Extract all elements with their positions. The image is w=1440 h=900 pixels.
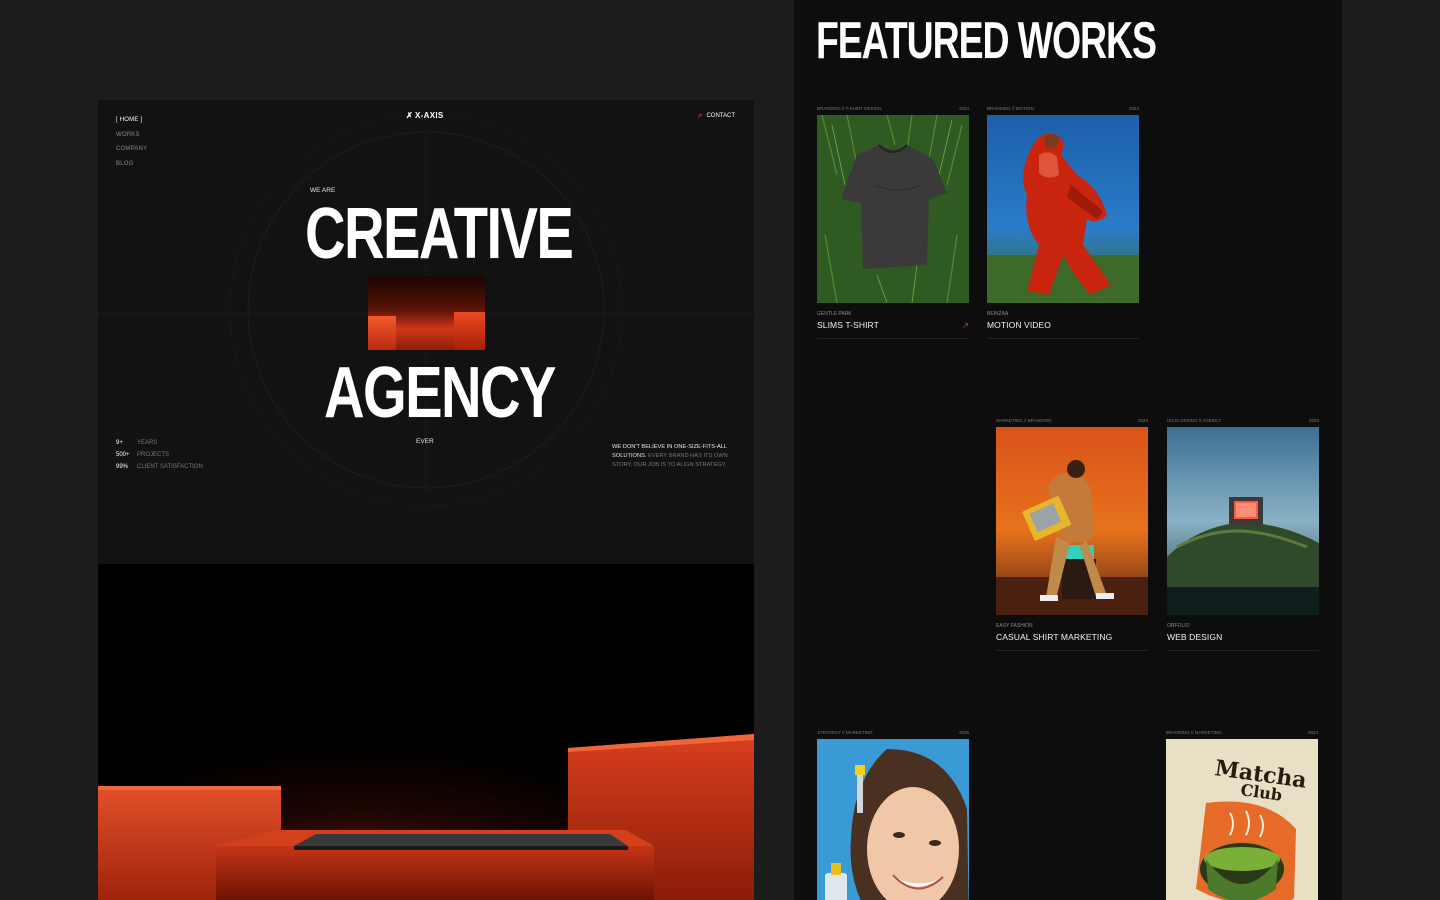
stat-label: PROJECTS bbox=[137, 452, 170, 458]
card-meta: BRANDING // MOTION 2024 bbox=[987, 106, 1139, 115]
stat-years: 9+ YEARS bbox=[116, 437, 203, 449]
card-client: BEINZAA bbox=[987, 311, 1009, 317]
card-client: ORFOLIO bbox=[1167, 623, 1190, 629]
headline-creative: CREATIVE bbox=[305, 194, 574, 274]
card-year: 2025 bbox=[958, 730, 969, 735]
card-category: BRANDING // MOTION bbox=[987, 106, 1034, 111]
work-card-casual-shirt[interactable]: MARKETING // BRANDING 2023 EASY FASHION … bbox=[996, 418, 1148, 651]
logo-text: X-AXIS bbox=[415, 111, 444, 120]
arrow-up-right-icon: ↗ bbox=[696, 113, 703, 120]
card-meta: UI/UX DESIGN // AGENCY 2023 bbox=[1167, 418, 1319, 427]
right-background-strip bbox=[1342, 0, 1440, 900]
work-card-strategy[interactable]: STRATEGY // MARKETING 2025 bbox=[817, 730, 969, 900]
woman-serum-image bbox=[817, 739, 969, 900]
card-year: 2024 bbox=[1128, 106, 1139, 111]
card-meta: STRATEGY // MARKETING 2025 bbox=[817, 730, 969, 739]
work-card-motion[interactable]: BRANDING // MOTION 2024 BEINZAA MOTION V… bbox=[987, 106, 1139, 339]
tagline: WE DON'T BELIEVE IN ONE-SIZE-FITS-ALL SO… bbox=[612, 443, 740, 470]
card-category: UI/UX DESIGN // AGENCY bbox=[1167, 418, 1222, 423]
we-are-label: WE ARE bbox=[310, 187, 336, 194]
card-title: CASUAL SHIRT MARKETING bbox=[996, 632, 1113, 642]
work-card-matcha[interactable]: BRANDING // MARKETING 2024 Matcha Club bbox=[1166, 730, 1318, 900]
logo[interactable]: ✗ X-AXIS bbox=[406, 111, 444, 120]
card-category: MARKETING // BRANDING bbox=[996, 418, 1052, 423]
nav-works[interactable]: WORKS bbox=[116, 128, 147, 143]
stat-label: YEARS bbox=[137, 440, 158, 446]
red-room-laptop-illustration bbox=[98, 734, 754, 900]
card-year: 2024 bbox=[1307, 730, 1318, 735]
card-category: BRANDING // T-SHIRT DESIGN bbox=[817, 106, 882, 111]
red-jacket-image bbox=[987, 115, 1139, 303]
stat-label: CLIENT SATISFACTION bbox=[137, 464, 203, 470]
work-card-slims[interactable]: BRANDING // T-SHIRT DESIGN 2024 GENTLE P… bbox=[817, 106, 969, 339]
nav-home[interactable]: [ HOME ] bbox=[116, 113, 147, 128]
card-category: BRANDING // MARKETING bbox=[1166, 730, 1222, 735]
stat-num: 500+ bbox=[116, 452, 130, 458]
stat-num: 99% bbox=[116, 464, 129, 470]
card-client: GENTLE PARK bbox=[817, 311, 852, 317]
card-year: 2024 bbox=[958, 106, 969, 111]
arrow-up-right-icon: ↗ bbox=[962, 320, 969, 330]
contact-link[interactable]: ↗ CONTACT bbox=[697, 112, 735, 120]
hero-thumbnail-image bbox=[368, 276, 485, 350]
nav-company[interactable]: COMPANY bbox=[116, 142, 147, 157]
nav-blog[interactable]: BLOG bbox=[116, 157, 147, 172]
man-with-tv-image bbox=[996, 427, 1148, 615]
ever-label: EVER bbox=[416, 438, 434, 445]
card-title: MOTION VIDEO bbox=[987, 320, 1052, 330]
card-meta: MARKETING // BRANDING 2023 bbox=[996, 418, 1148, 427]
card-year: 2023 bbox=[1137, 418, 1148, 423]
stats-list: 9+ YEARS 500+ PROJECTS 99% CLIENT SATISF… bbox=[116, 437, 203, 473]
card-meta: BRANDING // T-SHIRT DESIGN 2024 bbox=[817, 106, 969, 115]
card-client: EASY FASHION bbox=[996, 623, 1033, 629]
stat-projects: 500+ PROJECTS bbox=[116, 449, 203, 461]
headline-agency: AGENCY bbox=[324, 353, 556, 433]
work-card-web-design[interactable]: UI/UX DESIGN // AGENCY 2023 ORFOLIO WEB … bbox=[1167, 418, 1319, 651]
x-logo-icon: ✗ bbox=[406, 111, 414, 120]
card-title: SLIMS T-SHIRT bbox=[817, 320, 879, 330]
card-category: STRATEGY // MARKETING bbox=[817, 730, 873, 735]
stat-satisfaction: 99% CLIENT SATISFACTION bbox=[116, 461, 203, 473]
main-nav: [ HOME ] WORKS COMPANY BLOG bbox=[116, 113, 147, 171]
hero-section: [ HOME ] WORKS COMPANY BLOG ✗ X-AXIS ↗ C… bbox=[98, 100, 754, 564]
tv-on-hill-image bbox=[1167, 427, 1319, 615]
featured-works-title: FEATURED WORKS bbox=[816, 12, 1157, 70]
card-meta: BRANDING // MARKETING 2024 bbox=[1166, 730, 1318, 739]
hero-scene-image bbox=[98, 564, 754, 900]
matcha-club-image: Matcha Club bbox=[1166, 739, 1318, 900]
card-year: 2023 bbox=[1308, 418, 1319, 423]
contact-label: CONTACT bbox=[706, 113, 735, 119]
stat-num: 9+ bbox=[116, 440, 123, 446]
card-title: WEB DESIGN bbox=[1167, 632, 1223, 642]
tshirt-image bbox=[817, 115, 969, 303]
featured-works-panel: FEATURED WORKS BRANDING // T-SHIRT DESIG… bbox=[794, 0, 1342, 900]
